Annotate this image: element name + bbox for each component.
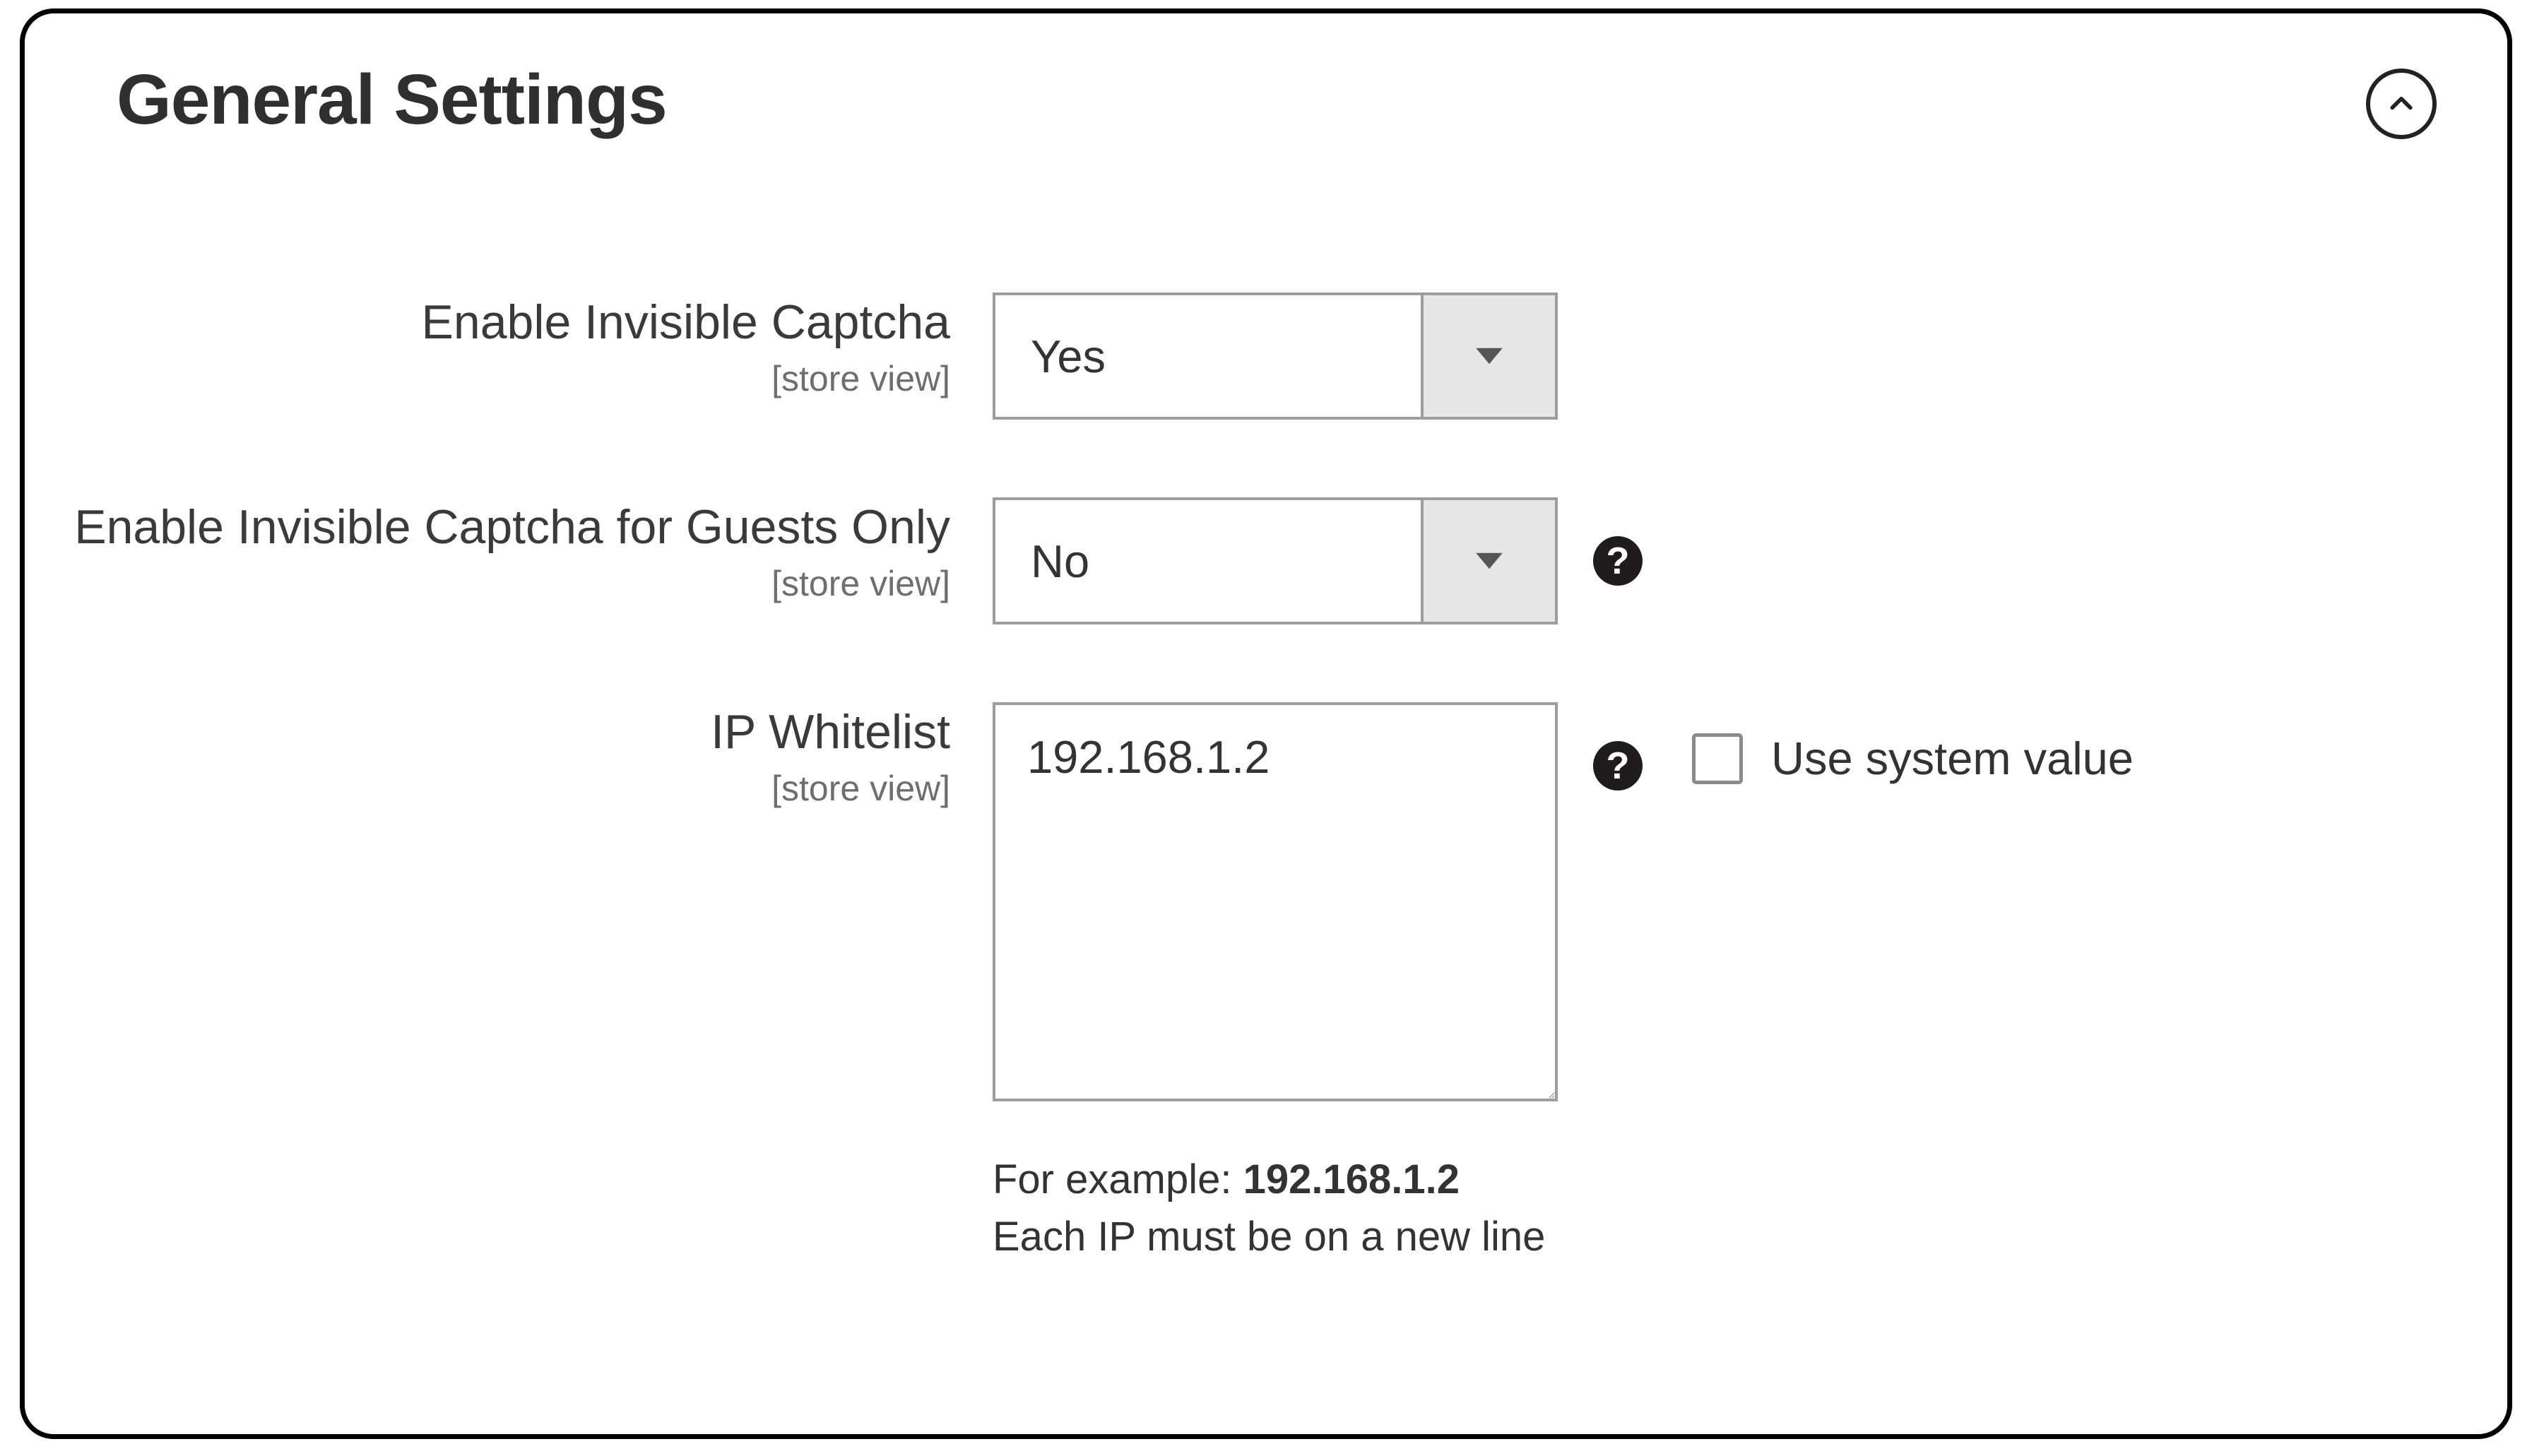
field-enable-guests-only: Enable Invisible Captcha for Guests Only…: [25, 497, 2437, 625]
hint-text-line2: Each IP must be on a new line: [993, 1208, 1545, 1265]
field-label: Enable Invisible Captcha for Guests Only: [25, 497, 950, 557]
select-dropdown-button[interactable]: [1421, 295, 1555, 417]
caret-down-icon: [1473, 550, 1505, 572]
use-system-value-label: Use system value: [1771, 732, 2134, 785]
ip-whitelist-textarea[interactable]: [993, 702, 1558, 1101]
help-tooltip-button[interactable]: ?: [1593, 536, 1643, 586]
scope-label: [store view]: [25, 358, 950, 399]
select-dropdown-button[interactable]: [1421, 500, 1555, 622]
chevron-up-icon: [2386, 88, 2417, 119]
hint-example: 192.168.1.2: [1243, 1156, 1460, 1202]
scope-label: [store view]: [25, 563, 950, 604]
field-label: Enable Invisible Captcha: [25, 292, 950, 353]
collapse-section-button[interactable]: [2366, 69, 2437, 139]
help-tooltip-button[interactable]: ?: [1593, 741, 1643, 791]
field-ip-whitelist: IP Whitelist [store view] ? Use system v…: [25, 702, 2437, 1101]
field-enable-invisible-captcha: Enable Invisible Captcha [store view] Ye…: [25, 292, 2437, 420]
enable-guests-only-select[interactable]: No: [993, 497, 1558, 625]
ip-whitelist-hint: For example: 192.168.1.2 Each IP must be…: [993, 1151, 1545, 1265]
general-settings-panel: General Settings Enable Invisible Captch…: [20, 8, 2512, 1439]
enable-invisible-captcha-select[interactable]: Yes: [993, 292, 1558, 420]
use-system-value-toggle[interactable]: Use system value: [1692, 732, 2134, 785]
select-value: Yes: [995, 295, 1421, 417]
use-system-value-checkbox[interactable]: [1692, 733, 1743, 784]
scope-label: [store view]: [25, 768, 950, 809]
section-title: General Settings: [117, 56, 667, 144]
caret-down-icon: [1473, 345, 1505, 367]
select-value: No: [995, 500, 1421, 622]
question-mark-icon: ?: [1607, 747, 1630, 785]
question-mark-icon: ?: [1607, 542, 1630, 580]
field-label: IP Whitelist: [25, 702, 950, 762]
hint-text: For example:: [993, 1156, 1243, 1202]
